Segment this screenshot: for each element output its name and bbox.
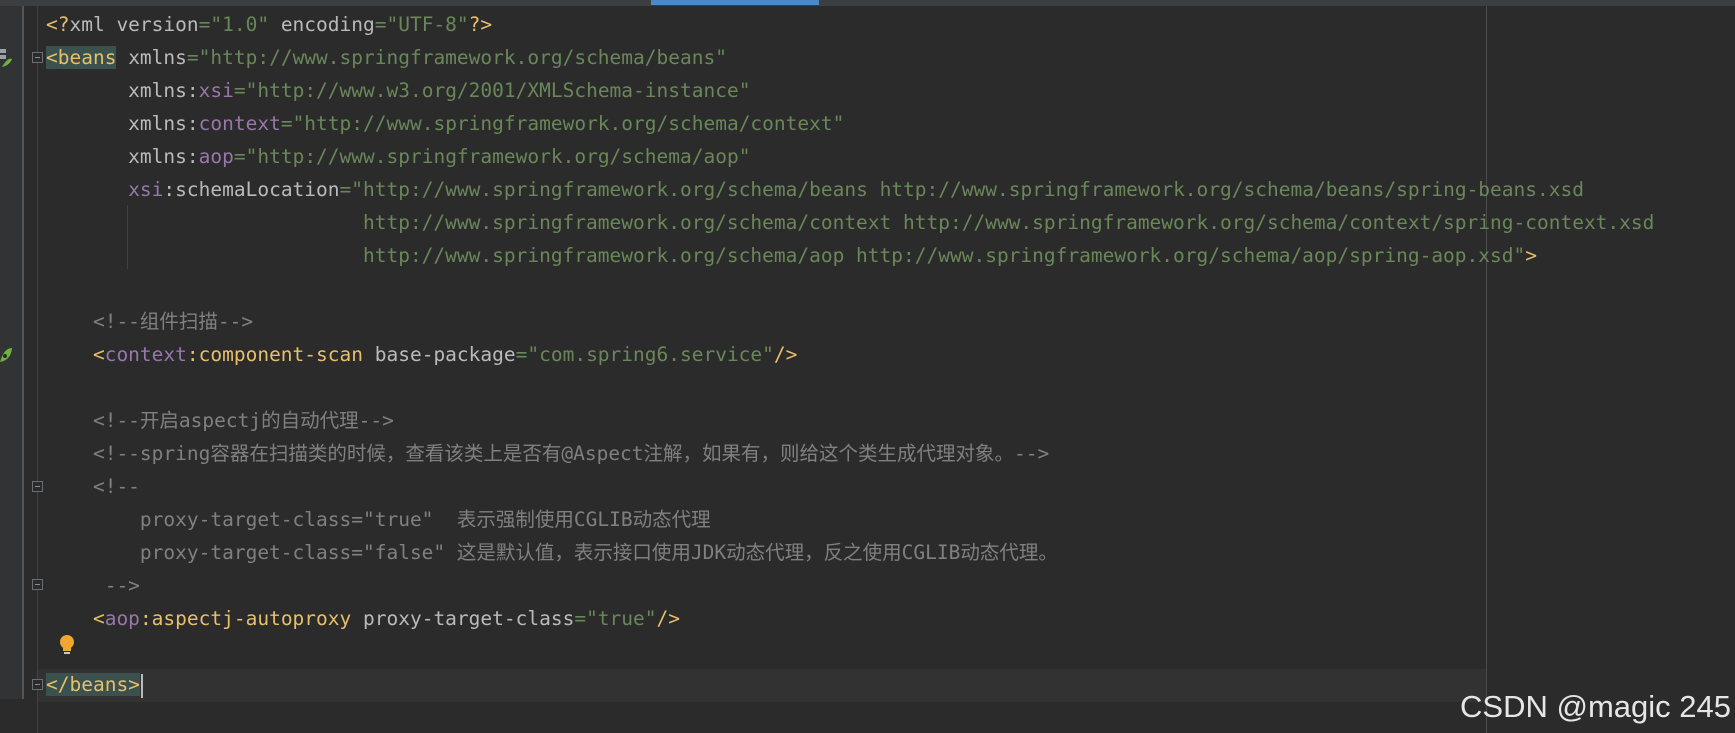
code-line[interactable]: xmlns:xsi="http://www.w3.org/2001/XMLSch… [46, 74, 750, 107]
code-token: :schemaLocation [163, 178, 340, 201]
code-token: context [198, 112, 281, 135]
code-token: : [186, 145, 199, 168]
editor-tab-bar [0, 0, 1735, 6]
code-token: aop [104, 607, 140, 630]
code-line[interactable]: proxy-target-class="true" 表示强制使用CGLIB动态代… [46, 503, 711, 536]
code-token: :component-scan [186, 343, 363, 366]
code-token: ="true" [574, 607, 657, 630]
code-token: base-package [363, 343, 516, 366]
code-token: xmlns [46, 145, 187, 168]
code-token: < [46, 343, 105, 366]
code-line[interactable]: <?xml version="1.0" encoding="UTF-8"?> [46, 8, 492, 41]
code-token: ?> [468, 13, 493, 36]
code-token: :aspectj-autoproxy [139, 607, 352, 630]
code-token: ="http://www.springframework.org/schema/… [280, 112, 845, 135]
code-token: < [46, 607, 105, 630]
fold-gutter-line [37, 6, 38, 733]
code-token: <!-- [46, 475, 140, 498]
code-line[interactable]: <aop:aspectj-autoproxy proxy-target-clas… [46, 602, 680, 635]
code-line[interactable]: <context:component-scan base-package="co… [46, 338, 797, 371]
code-token: ="http://www.springframework.org/schema/… [339, 178, 1584, 201]
code-token: <? [46, 13, 70, 36]
fold-marker-icon[interactable] [32, 481, 43, 492]
code-token: xml version [69, 13, 199, 36]
code-token: ="UTF-8" [374, 13, 469, 36]
code-token: /> [773, 343, 798, 366]
fold-marker-icon[interactable] [32, 679, 43, 690]
code-line[interactable]: xmlns:context="http://www.springframewor… [46, 107, 844, 140]
code-token: ="http://www.w3.org/2001/XMLSchema-insta… [233, 79, 751, 102]
code-token: ="http://www.springframework.org/schema/… [186, 46, 727, 69]
code-line[interactable]: <beans xmlns="http://www.springframework… [46, 41, 727, 74]
code-line[interactable]: http://www.springframework.org/schema/co… [46, 206, 1654, 239]
code-token: --> [46, 574, 140, 597]
code-token: context [104, 343, 187, 366]
code-line[interactable]: </beans> [46, 668, 143, 701]
code-token: proxy-target-class="true" 表示强制使用CGLIB动态代… [46, 508, 711, 531]
code-token: > [1525, 244, 1537, 267]
spring-bean-gutter-icon[interactable] [0, 47, 12, 69]
code-token: xmlns [46, 112, 187, 135]
code-line[interactable]: <!--spring容器在扫描类的时候，查看该类上是否有@Aspect注解，如果… [46, 437, 1049, 470]
code-token: proxy-target-class="false" 这是默认值，表示接口使用J… [46, 541, 1058, 564]
code-token: xmlns [46, 79, 187, 102]
code-line[interactable]: <!--组件扫描--> [46, 305, 253, 338]
code-token: <!--组件扫描--> [46, 310, 254, 333]
text-caret [140, 673, 143, 698]
code-line[interactable]: proxy-target-class="false" 这是默认值，表示接口使用J… [46, 536, 1058, 569]
spring-bean-gutter-icon[interactable] [0, 344, 12, 366]
code-token: http://www.springframework.org/schema/co… [46, 211, 1655, 234]
code-line[interactable]: <!--开启aspectj的自动代理--> [46, 404, 394, 437]
code-token: <beans [46, 46, 117, 69]
code-token: proxy-target-class [351, 607, 575, 630]
code-token: : [186, 79, 199, 102]
code-line[interactable]: xsi:schemaLocation="http://www.springfra… [46, 173, 1584, 206]
code-token: /> [656, 607, 680, 630]
fold-marker-icon[interactable] [32, 579, 43, 590]
code-token: xmlns [116, 46, 187, 69]
code-token: xsi [128, 178, 164, 201]
code-token: <!--开启aspectj的自动代理--> [46, 409, 394, 432]
code-token: ="http://www.springframework.org/schema/… [233, 145, 751, 168]
code-token: xsi [198, 79, 234, 102]
code-token: </beans> [46, 673, 140, 696]
code-token: <!--spring容器在扫描类的时候，查看该类上是否有@Aspect注解，如果… [46, 442, 1050, 465]
active-tab-indicator[interactable] [651, 0, 819, 5]
code-line[interactable]: <!-- [46, 470, 140, 503]
right-margin-guide [1486, 6, 1487, 733]
gutter-separator [22, 6, 24, 699]
fold-marker-icon[interactable] [32, 52, 43, 63]
code-token: encoding [280, 13, 375, 36]
code-line[interactable]: http://www.springframework.org/schema/ao… [46, 239, 1537, 272]
code-token: aop [198, 145, 234, 168]
code-line[interactable]: xmlns:aop="http://www.springframework.or… [46, 140, 750, 173]
lightbulb-icon[interactable] [58, 634, 76, 656]
watermark: CSDN @magic 245 [1460, 689, 1731, 724]
caret-row-highlight [38, 669, 1486, 702]
code-token: ="com.spring6.service" [515, 343, 774, 366]
code-token: ="1.0" [198, 13, 281, 36]
code-token: : [186, 112, 199, 135]
code-line[interactable]: --> [46, 569, 140, 602]
code-token: http://www.springframework.org/schema/ao… [46, 244, 1526, 267]
